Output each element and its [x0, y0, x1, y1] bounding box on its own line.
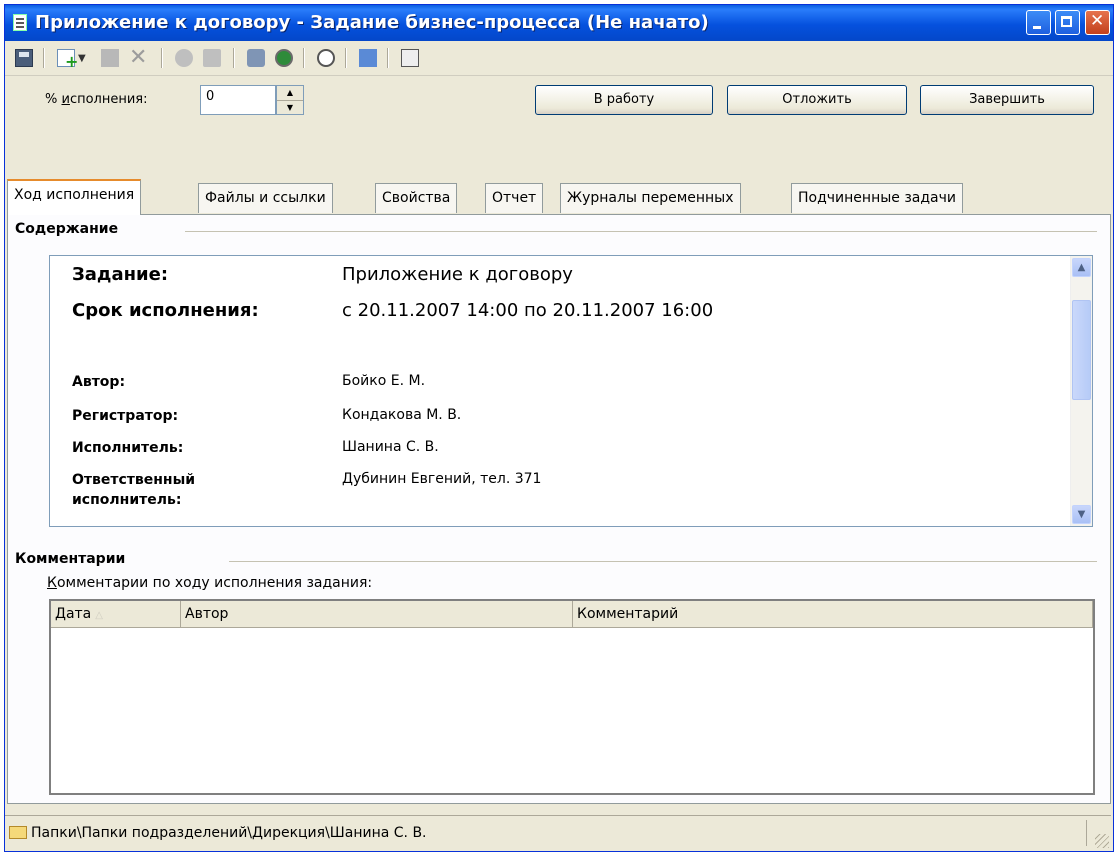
window-title: Приложение к договору - Задание бизнес-п… — [35, 12, 709, 33]
deadline-value: с 20.11.2007 14:00 по 20.11.2007 16:00 — [342, 300, 714, 321]
toolbar-separator — [233, 48, 235, 68]
toolbar-separator — [43, 48, 45, 68]
status-separator — [1086, 820, 1087, 846]
responsible-value: Дубинин Евгений, тел. 371 — [342, 471, 542, 487]
status-path: Папки\Папки подразделений\Дирекция\Шанин… — [31, 825, 427, 841]
deadline-label: Срок исполнения: — [72, 300, 259, 321]
users-icon[interactable] — [359, 49, 377, 67]
tab-subtasks[interactable]: Подчиненные задачи — [791, 183, 963, 213]
folder-icon — [9, 826, 27, 839]
sort-arrow-icon: △ — [95, 610, 103, 621]
divider — [229, 561, 1097, 562]
registrar-value: Кондакова М. В. — [342, 407, 462, 423]
tab-variable-logs[interactable]: Журналы переменных — [560, 183, 741, 213]
status-bar: Папки\Папки подразделений\Дирекция\Шанин… — [5, 815, 1111, 850]
toolbar: ▼ ✕ — [5, 41, 1113, 76]
dropdown-arrow-icon[interactable]: ▼ — [78, 53, 96, 71]
author-label: Автор: — [72, 374, 126, 390]
content-section-title: Содержание — [15, 221, 127, 237]
responsible-label: Ответственный — [72, 472, 196, 488]
tab-report[interactable]: Отчет — [485, 183, 544, 213]
author-value: Бойко Е. М. — [342, 373, 426, 389]
column-header-date[interactable]: Дата △ — [51, 601, 181, 628]
tab-files[interactable]: Файлы и ссылки — [198, 183, 333, 213]
progress-label: % исполнения: — [45, 92, 148, 107]
comments-section-title: Комментарии — [15, 551, 134, 567]
comments-table[interactable]: Дата △ Автор Комментарий — [49, 599, 1095, 795]
new-icon[interactable] — [57, 49, 78, 71]
scroll-up-icon[interactable]: ▲ — [1072, 258, 1091, 277]
close-button[interactable] — [1085, 10, 1110, 35]
divider — [185, 231, 1097, 232]
document-icon — [13, 14, 27, 31]
toolbar-separator — [161, 48, 163, 68]
task-content-box: Задание: Приложение к договору Срок испо… — [49, 255, 1093, 527]
column-header-comment[interactable]: Комментарий — [573, 601, 1093, 628]
start-button[interactable]: В работу — [535, 85, 713, 115]
content-scrollbar[interactable]: ▲ ▼ — [1070, 256, 1092, 526]
postpone-button[interactable]: Отложить — [727, 85, 907, 115]
document-icon[interactable] — [101, 49, 119, 67]
executor-value: Шанина С. В. — [342, 439, 439, 455]
comments-caption: Комментарии по ходу исполнения задания: — [47, 575, 373, 591]
route-icon[interactable] — [203, 49, 221, 67]
toolbar-separator — [303, 48, 305, 68]
spin-down-icon[interactable]: ▼ — [277, 101, 303, 115]
scroll-down-icon[interactable]: ▼ — [1072, 505, 1091, 524]
progress-input[interactable]: 0 — [200, 85, 276, 115]
status-icon[interactable] — [275, 49, 293, 67]
registrar-label: Регистратор: — [72, 408, 179, 424]
task-value: Приложение к договору — [342, 264, 573, 285]
action-icon[interactable] — [175, 49, 193, 67]
tab-properties[interactable]: Свойства — [375, 183, 458, 213]
spin-up-icon[interactable]: ▲ — [277, 86, 303, 101]
resize-grip-icon[interactable] — [1095, 834, 1109, 848]
responsible-label-line2: исполнитель: — [72, 492, 182, 508]
save-icon[interactable] — [15, 49, 33, 67]
scroll-thumb[interactable] — [1072, 300, 1091, 400]
toolbar-separator — [387, 48, 389, 68]
delete-icon[interactable]: ✕ — [129, 47, 147, 69]
copy-icon[interactable] — [401, 49, 419, 67]
maximize-button[interactable] — [1055, 10, 1080, 35]
minimize-button[interactable] — [1026, 10, 1051, 35]
finish-button[interactable]: Завершить — [920, 85, 1094, 115]
tab-progress[interactable]: Ход исполнения — [7, 179, 142, 215]
print-icon[interactable] — [247, 49, 265, 67]
schedule-icon[interactable] — [317, 49, 335, 67]
toolbar-separator — [345, 48, 347, 68]
progress-spinner[interactable]: ▲ ▼ — [276, 85, 304, 115]
task-window: Приложение к договору - Задание бизнес-п… — [4, 4, 1114, 852]
column-header-author[interactable]: Автор — [181, 601, 573, 628]
title-bar[interactable]: Приложение к договору - Задание бизнес-п… — [5, 5, 1113, 41]
executor-label: Исполнитель: — [72, 440, 184, 456]
task-label: Задание: — [72, 264, 169, 285]
